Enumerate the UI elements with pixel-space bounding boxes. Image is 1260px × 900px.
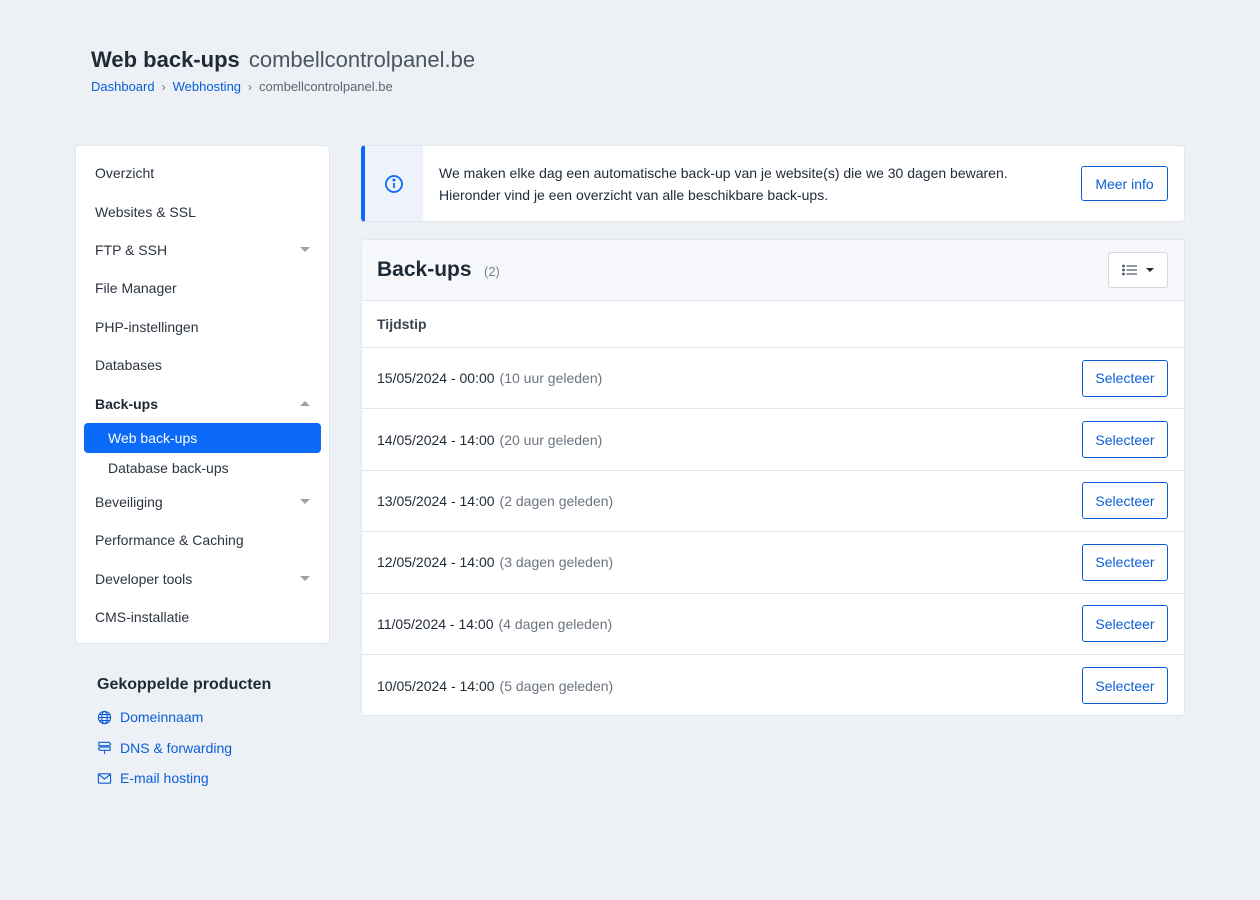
- sidebar-item-label: Back-ups: [95, 395, 159, 412]
- backup-timestamp: 15/05/2024 - 00:00 (10 uur geleden): [377, 370, 602, 386]
- select-button[interactable]: Selecteer: [1082, 543, 1168, 581]
- breadcrumb-separator: ›: [248, 79, 253, 94]
- backup-time: 14/05/2024 - 14:00: [377, 431, 495, 448]
- backup-time: 11/05/2024 - 14:00: [377, 615, 494, 632]
- sidebar-nav: Overzicht Websites & SSL FTP & SSH File …: [75, 145, 330, 644]
- page-title-main: Web back-ups: [91, 47, 240, 72]
- sidebar-item-performance-caching[interactable]: Performance & Caching: [76, 521, 329, 559]
- table-row: 10/05/2024 - 14:00 (5 dagen geleden) Sele…: [362, 655, 1184, 715]
- backup-age: (4 dagen geleden): [498, 615, 613, 632]
- info-icon: [385, 174, 403, 193]
- info-text-line: We maken elke dag een automatische back-…: [439, 164, 1008, 181]
- info-icon-wrap: [365, 146, 423, 221]
- chevron-down-icon: [1146, 268, 1154, 272]
- page-title-domain: combellcontrolpanel.be: [248, 47, 476, 72]
- linked-products-title: Gekoppelde producten: [97, 676, 272, 693]
- sidebar-item-label: Web back-ups: [108, 429, 198, 446]
- breadcrumb-webhosting[interactable]: Webhosting: [173, 79, 241, 94]
- backups-count: (2): [483, 264, 500, 279]
- chevron-down-icon: [300, 499, 310, 505]
- backup-time: 12/05/2024 - 14:00: [377, 554, 495, 571]
- chevron-down-icon: [300, 247, 310, 253]
- breadcrumb: Dashboard › Webhosting › combellcontrolp…: [91, 79, 475, 94]
- sidebar-subitem-web-back-ups[interactable]: Web back-ups: [84, 422, 321, 453]
- backup-age: (10 uur geleden): [499, 370, 603, 387]
- sidebar-item-ftp-ssh[interactable]: FTP & SSH: [76, 231, 329, 269]
- page-title: Web back-ups combellcontrolpanel.be: [91, 46, 475, 74]
- view-options-dropdown[interactable]: [1108, 252, 1168, 288]
- sidebar-item-cms-installatie[interactable]: CMS-installatie: [76, 598, 329, 636]
- linked-product-domeinnaam[interactable]: Domeinnaam: [97, 702, 271, 733]
- sidebar-item-label: Beveiliging: [95, 493, 163, 510]
- globe-icon: [97, 710, 112, 724]
- linked-product-label: DNS & forwarding: [120, 739, 233, 756]
- table-row: 13/05/2024 - 14:00 (2 dagen geleden) Sele…: [362, 471, 1184, 533]
- backup-age: (20 uur geleden): [499, 431, 603, 448]
- sidebar-item-overzicht[interactable]: Overzicht: [76, 154, 329, 192]
- page-header: Web back-ups combellcontrolpanel.be Dash…: [91, 46, 475, 94]
- select-button[interactable]: Selecteer: [1082, 605, 1168, 643]
- backup-age: (3 dagen geleden): [499, 554, 614, 571]
- chevron-down-icon: [300, 576, 310, 582]
- sidebar-item-label: Performance & Caching: [95, 532, 244, 549]
- sidebar-item-label: FTP & SSH: [95, 241, 168, 258]
- chevron-up-icon: [300, 401, 310, 407]
- backup-timestamp: 13/05/2024 - 14:00 (2 dagen geleden): [377, 493, 613, 509]
- sidebar-item-label: File Manager: [95, 280, 177, 297]
- table-row: 11/05/2024 - 14:00 (4 dagen geleden) Sele…: [362, 594, 1184, 655]
- table-row: 12/05/2024 - 14:00 (3 dagen geleden) Sele…: [362, 532, 1184, 594]
- info-text: We maken elke dag een automatische back-…: [423, 162, 1081, 206]
- backup-time: 15/05/2024 - 00:00: [377, 370, 495, 387]
- sidebar-item-label: Database back-ups: [108, 459, 229, 476]
- list-icon: [1122, 264, 1137, 276]
- select-button[interactable]: Selecteer: [1082, 482, 1168, 520]
- meer-info-button[interactable]: Meer info: [1081, 166, 1168, 201]
- linked-product-email-hosting[interactable]: E-mail hosting: [97, 763, 271, 794]
- sidebar-item-back-ups[interactable]: Back-ups: [76, 384, 329, 422]
- linked-product-label: Domeinnaam: [120, 709, 204, 726]
- breadcrumb-current: combellcontrolpanel.be: [259, 79, 393, 94]
- backups-card: Back-ups (2) Tijdstip 15/05/2024 - 00:00…: [361, 239, 1185, 716]
- table-row: 15/05/2024 - 00:00 (10 uur geleden) Selec…: [362, 348, 1184, 410]
- backup-time: 13/05/2024 - 14:00: [377, 492, 495, 509]
- sidebar-item-websites-ssl[interactable]: Websites & SSL: [76, 192, 329, 230]
- backup-age: (2 dagen geleden): [499, 492, 614, 509]
- linked-product-dns-forwarding[interactable]: DNS & forwarding: [97, 733, 271, 764]
- sidebar-item-beveiliging[interactable]: Beveiliging: [76, 483, 329, 521]
- select-button[interactable]: Selecteer: [1082, 359, 1168, 397]
- sidebar-item-label: CMS-installatie: [95, 609, 190, 626]
- sidebar-item-label: Websites & SSL: [95, 203, 196, 220]
- linked-products: Gekoppelde producten Domeinnaam DNS & fo…: [97, 676, 271, 794]
- breadcrumb-dashboard[interactable]: Dashboard: [91, 79, 155, 94]
- sidebar-item-label: Databases: [95, 357, 162, 374]
- sidebar-item-file-manager[interactable]: File Manager: [76, 269, 329, 307]
- backups-card-header: Back-ups (2): [362, 240, 1184, 301]
- info-banner: We maken elke dag een automatische back-…: [361, 145, 1185, 222]
- backup-age: (5 dagen geleden): [499, 677, 614, 694]
- backups-title: Back-ups: [377, 258, 472, 281]
- backup-timestamp: 10/05/2024 - 14:00 (5 dagen geleden): [377, 678, 613, 694]
- backup-timestamp: 14/05/2024 - 14:00 (20 uur geleden): [377, 432, 602, 448]
- backups-heading: Back-ups (2): [377, 258, 500, 282]
- column-header-tijdstip: Tijdstip: [362, 301, 1184, 348]
- breadcrumb-separator: ›: [161, 79, 166, 94]
- table-row: 14/05/2024 - 14:00 (20 uur geleden) Selec…: [362, 409, 1184, 471]
- select-button[interactable]: Selecteer: [1082, 421, 1168, 459]
- select-button[interactable]: Selecteer: [1082, 667, 1168, 705]
- backup-time: 10/05/2024 - 14:00: [377, 677, 495, 694]
- signpost-icon: [97, 742, 112, 755]
- sidebar-item-label: Developer tools: [95, 570, 193, 587]
- backup-timestamp: 12/05/2024 - 14:00 (3 dagen geleden): [377, 554, 613, 570]
- backup-timestamp: 11/05/2024 - 14:00 (4 dagen geleden): [377, 616, 612, 632]
- sidebar-item-databases[interactable]: Databases: [76, 346, 329, 384]
- linked-product-label: E-mail hosting: [120, 770, 209, 787]
- sidebar-item-label: Overzicht: [95, 165, 155, 182]
- sidebar-item-label: PHP-instellingen: [95, 318, 199, 335]
- sidebar-item-php-instellingen[interactable]: PHP-instellingen: [76, 308, 329, 346]
- envelope-icon: [97, 773, 112, 784]
- info-text-line: Hieronder vind je een overzicht van alle…: [439, 186, 829, 203]
- sidebar-item-developer-tools[interactable]: Developer tools: [76, 560, 329, 598]
- sidebar-subitem-database-back-ups[interactable]: Database back-ups: [84, 453, 321, 483]
